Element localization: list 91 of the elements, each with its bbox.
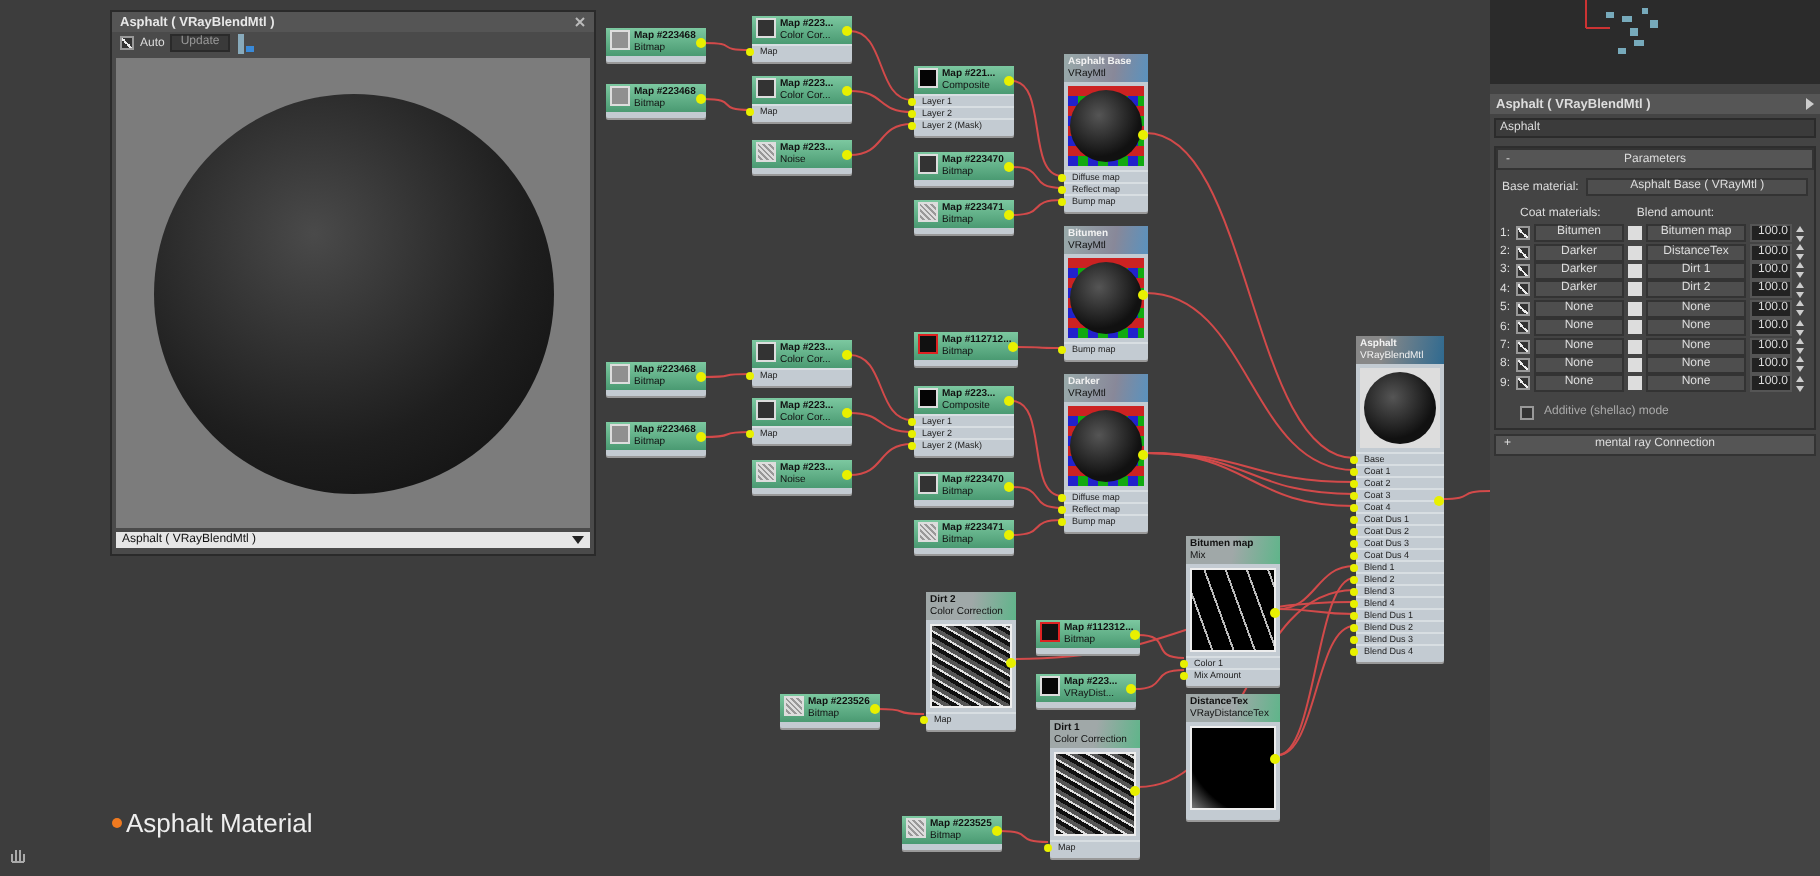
map-thumbnail (610, 30, 630, 50)
output-port[interactable] (1138, 129, 1148, 139)
spinner-icon[interactable] (1796, 225, 1804, 242)
material-preview (1068, 406, 1144, 486)
view-label: Asphalt Material (126, 808, 313, 838)
map-thumbnail (610, 86, 630, 106)
auto-checkbox[interactable] (120, 36, 134, 50)
close-icon[interactable] (574, 16, 586, 28)
color-swatch[interactable] (1628, 226, 1642, 241)
input-port[interactable] (920, 716, 928, 724)
material-preview (1068, 86, 1144, 166)
additive-checkbox[interactable] (1520, 405, 1534, 420)
material-preview (1068, 258, 1144, 338)
map-preview (930, 624, 1012, 708)
map-thumbnail (784, 696, 804, 716)
spinner-icon[interactable] (1796, 319, 1804, 336)
map-thumbnail (1040, 676, 1060, 696)
enable-checkbox[interactable] (1516, 339, 1530, 354)
enable-checkbox[interactable] (1516, 357, 1530, 372)
enable-checkbox[interactable] (1516, 320, 1530, 335)
connection-wire (1011, 519, 1063, 536)
pan-hand-icon[interactable] (10, 848, 26, 864)
map-preview (1190, 568, 1276, 652)
map-thumbnail (756, 142, 776, 162)
color-swatch[interactable] (1628, 282, 1642, 297)
input-port[interactable] (746, 372, 754, 380)
map-preview (1190, 726, 1276, 810)
map-thumbnail (918, 68, 938, 88)
toolbar-icon[interactable] (235, 33, 256, 53)
output-port[interactable] (1130, 785, 1140, 795)
output-port[interactable] (1270, 607, 1280, 617)
map-thumbnail (756, 400, 776, 420)
connection-wire (1015, 346, 1063, 349)
connection-wire (703, 98, 751, 111)
map-thumbnail (918, 202, 938, 222)
enable-checkbox[interactable] (1516, 376, 1530, 391)
color-swatch[interactable] (1628, 245, 1642, 260)
output-port[interactable] (1006, 657, 1016, 667)
map-preview (1054, 752, 1136, 836)
map-thumbnail (906, 818, 926, 838)
map-thumbnail (756, 18, 776, 38)
spinner-icon[interactable] (1796, 300, 1804, 317)
output-port[interactable] (1138, 289, 1148, 299)
map-thumbnail (756, 462, 776, 482)
map-thumbnail (918, 154, 938, 174)
map-thumbnail (918, 522, 938, 542)
color-swatch[interactable] (1628, 376, 1642, 391)
output-port[interactable] (1270, 753, 1280, 763)
map-thumbnail (610, 364, 630, 384)
enable-checkbox[interactable] (1516, 301, 1530, 316)
map-thumbnail (918, 388, 938, 408)
spinner-icon[interactable] (1796, 338, 1804, 355)
dropdown-arrow-icon (572, 536, 584, 544)
status-dot (112, 818, 122, 828)
input-port[interactable] (746, 48, 754, 56)
enable-checkbox[interactable] (1516, 226, 1530, 241)
input-port[interactable] (746, 430, 754, 438)
map-thumbnail (756, 78, 776, 98)
connection-wire (877, 708, 925, 715)
material-preview (1360, 368, 1440, 448)
connection-wire (849, 123, 913, 156)
connection-wire (703, 42, 751, 51)
enable-checkbox[interactable] (1516, 263, 1530, 278)
connection-wire (703, 373, 751, 378)
color-swatch[interactable] (1628, 263, 1642, 278)
color-swatch[interactable] (1628, 301, 1642, 316)
dropdown-arrow-icon[interactable] (1806, 98, 1814, 110)
color-swatch[interactable] (1628, 339, 1642, 354)
map-thumbnail (756, 342, 776, 362)
connection-wire (1011, 199, 1063, 216)
map-thumbnail (1040, 622, 1060, 642)
map-thumbnail (918, 334, 938, 354)
spinner-icon[interactable] (1796, 262, 1804, 279)
connection-wire (703, 431, 751, 438)
color-swatch[interactable] (1628, 357, 1642, 372)
color-swatch[interactable] (1628, 320, 1642, 335)
connection-wire (999, 830, 1049, 843)
map-thumbnail (918, 474, 938, 494)
enable-checkbox[interactable] (1516, 245, 1530, 260)
spinner-icon[interactable] (1796, 281, 1804, 298)
spinner-icon[interactable] (1796, 244, 1804, 261)
enable-checkbox[interactable] (1516, 282, 1530, 297)
output-port[interactable] (1138, 449, 1148, 459)
input-port[interactable] (1044, 844, 1052, 852)
input-port[interactable] (746, 108, 754, 116)
input-port[interactable] (1058, 346, 1066, 354)
spinner-icon[interactable] (1796, 375, 1804, 392)
connection-wire (1441, 490, 1490, 500)
spinner-icon[interactable] (1796, 356, 1804, 373)
map-thumbnail (610, 424, 630, 444)
connection-wire (849, 443, 913, 476)
